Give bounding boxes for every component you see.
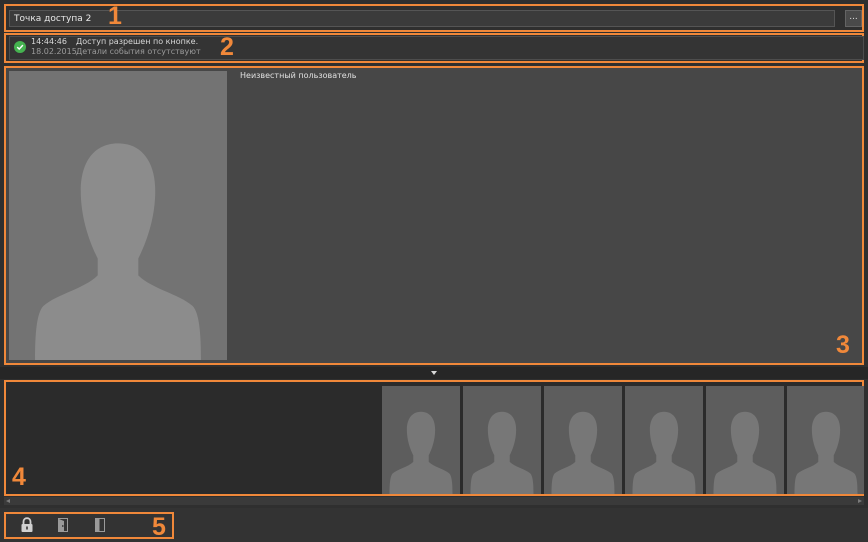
- browse-access-point-button[interactable]: ...: [845, 10, 862, 27]
- history-thumbnail[interactable]: [625, 386, 703, 494]
- event-message: Доступ разрешен по кнопке.: [76, 37, 199, 46]
- person-silhouette-icon: [713, 411, 777, 494]
- event-time: 14:44:46: [31, 37, 67, 46]
- callout-1: 1: [108, 2, 122, 30]
- history-scrollbar[interactable]: [4, 497, 864, 505]
- person-photo: [9, 71, 227, 360]
- callout-2: 2: [220, 33, 234, 61]
- history-thumbnail[interactable]: [706, 386, 784, 494]
- callout-3: 3: [836, 331, 850, 359]
- scroll-right-icon[interactable]: [858, 499, 862, 503]
- check-circle-icon: [14, 41, 26, 53]
- person-name: Неизвестный пользователь: [240, 71, 357, 80]
- access-point-field[interactable]: Точка доступа 2: [9, 10, 835, 27]
- lock-icon[interactable]: [19, 517, 35, 533]
- person-silhouette-icon: [551, 411, 615, 494]
- person-silhouette-icon: [389, 411, 453, 494]
- event-details: Детали события отсутствуют: [76, 47, 201, 56]
- chevron-down-icon[interactable]: [431, 371, 437, 375]
- person-silhouette-icon: [632, 411, 696, 494]
- history-thumbnail[interactable]: [382, 386, 460, 494]
- door-closed-icon[interactable]: [92, 517, 108, 533]
- history-thumbnails: [382, 386, 864, 494]
- history-thumbnail[interactable]: [463, 386, 541, 494]
- event-date: 18.02.2015: [31, 47, 77, 56]
- person-silhouette-icon: [470, 411, 534, 494]
- callout-4: 4: [12, 463, 26, 491]
- door-open-icon[interactable]: [55, 517, 71, 533]
- history-thumbnail[interactable]: [544, 386, 622, 494]
- scroll-left-icon[interactable]: [6, 499, 10, 503]
- person-silhouette-icon: [35, 143, 201, 360]
- callout-5: 5: [152, 513, 166, 541]
- person-silhouette-icon: [794, 411, 858, 494]
- panel-splitter[interactable]: [0, 367, 868, 379]
- history-thumbnail[interactable]: [787, 386, 864, 494]
